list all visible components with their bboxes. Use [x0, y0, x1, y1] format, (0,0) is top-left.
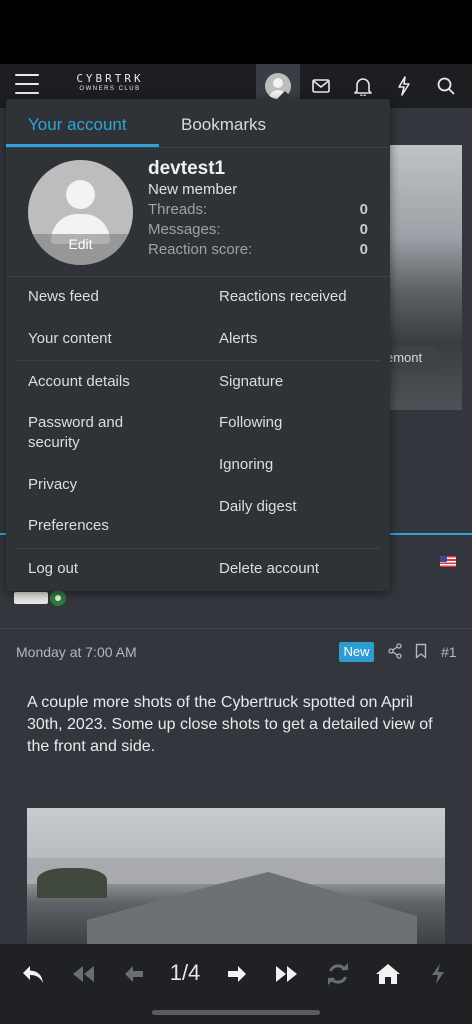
section-divider	[16, 360, 380, 361]
search-icon[interactable]	[430, 70, 462, 102]
stat-messages: Messages: 0	[148, 221, 368, 241]
share-icon[interactable]	[387, 643, 403, 659]
stat-value: 0	[359, 221, 368, 238]
lightning-icon[interactable]	[388, 70, 420, 102]
section-divider	[6, 276, 390, 277]
status-bar	[0, 0, 472, 64]
menu-your-content[interactable]: Your content	[28, 329, 178, 349]
poster-avatar[interactable]	[14, 592, 48, 604]
post-image[interactable]	[27, 808, 445, 944]
stat-label: Messages:	[148, 221, 221, 238]
first-page-icon[interactable]	[70, 962, 96, 986]
stat-value: 0	[359, 241, 368, 258]
account-dropdown-menu: Your account Bookmarks Edit devtest1 New…	[6, 91, 390, 591]
stat-label: Threads:	[148, 201, 208, 218]
menu-reactions-received[interactable]: Reactions received	[219, 287, 379, 307]
menu-alerts[interactable]: Alerts	[219, 329, 379, 349]
post-body: A couple more shots of the Cybertruck sp…	[27, 694, 433, 755]
tab-your-account[interactable]: Your account	[28, 115, 127, 135]
next-page-icon[interactable]	[224, 962, 250, 986]
bell-icon[interactable]	[347, 70, 379, 102]
menu-password-security[interactable]: Password and security	[28, 413, 178, 453]
stat-reaction-score: Reaction score: 0	[148, 241, 368, 261]
home-icon[interactable]	[375, 962, 401, 986]
logo-subtext: OWNERS CLUB	[79, 86, 141, 92]
menu-signature[interactable]: Signature	[219, 372, 379, 392]
us-flag-icon	[440, 556, 456, 567]
home-indicator	[152, 1010, 320, 1015]
inbox-icon[interactable]	[305, 70, 337, 102]
menu-icon[interactable]	[15, 74, 39, 94]
menu-privacy[interactable]: Privacy	[28, 475, 178, 495]
last-page-icon[interactable]	[274, 962, 300, 986]
section-divider	[16, 548, 380, 549]
new-badge: New	[339, 642, 374, 662]
menu-preferences[interactable]: Preferences	[28, 516, 178, 536]
menu-following[interactable]: Following	[219, 413, 379, 433]
reply-icon[interactable]	[20, 962, 46, 986]
post-number[interactable]: #1	[441, 644, 457, 660]
stat-value: 0	[359, 201, 368, 218]
account-tabs: Your account Bookmarks	[6, 99, 390, 149]
stat-threads: Threads: 0	[148, 201, 368, 221]
stat-label: Reaction score:	[148, 241, 253, 258]
user-title: New member	[148, 181, 238, 198]
online-status-icon	[48, 588, 68, 608]
profile-avatar[interactable]: Edit	[28, 160, 133, 265]
logo-text: CYBRTRK	[76, 72, 144, 85]
site-logo[interactable]: CYBRTRK OWNERS CLUB	[60, 73, 160, 97]
post-separator	[0, 628, 472, 629]
log-out-link[interactable]: Log out	[28, 559, 178, 579]
tab-bookmarks[interactable]: Bookmarks	[181, 115, 266, 135]
username[interactable]: devtest1	[148, 158, 225, 180]
menu-ignoring[interactable]: Ignoring	[219, 455, 379, 475]
previous-page-icon[interactable]	[121, 962, 147, 986]
menu-news-feed[interactable]: News feed	[28, 287, 178, 307]
menu-daily-digest[interactable]: Daily digest	[219, 497, 379, 517]
avatar-edit-label[interactable]: Edit	[28, 236, 133, 252]
menu-account-details[interactable]: Account details	[28, 372, 178, 392]
page-counter[interactable]: 1/4	[160, 960, 210, 986]
lightning-icon[interactable]	[425, 962, 451, 986]
bookmark-icon[interactable]	[413, 643, 429, 659]
post-date[interactable]: Monday at 7:00 AM	[16, 644, 137, 660]
delete-account-link[interactable]: Delete account	[219, 559, 379, 579]
tabs-divider	[6, 147, 390, 148]
refresh-icon[interactable]	[325, 962, 351, 986]
background-thread-image	[388, 145, 462, 410]
